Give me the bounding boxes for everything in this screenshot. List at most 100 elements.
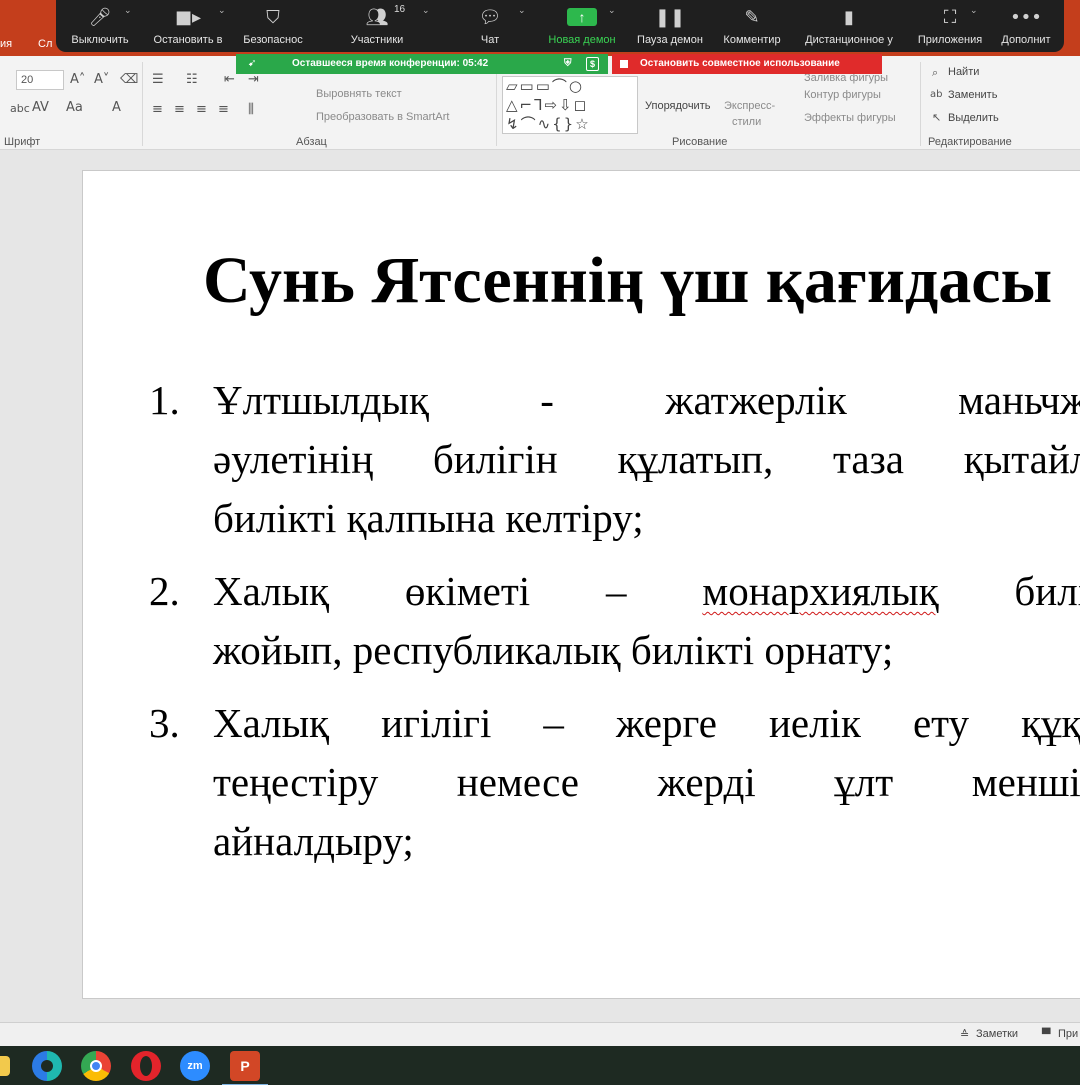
justify-icon[interactable]: ≡ bbox=[218, 102, 229, 117]
word: – bbox=[543, 700, 564, 746]
strikethrough-icon[interactable]: abc bbox=[10, 102, 30, 115]
shapes-row: ↯⌒∿{}☆ bbox=[506, 115, 591, 133]
ribbon-tab-slideshow-partial[interactable]: Сл bbox=[38, 38, 52, 50]
search-icon[interactable]: ⌕ bbox=[932, 66, 938, 80]
word: жатжерлік bbox=[665, 377, 847, 423]
convert-smartart-button[interactable]: Преобразовать в SmartArt bbox=[316, 111, 449, 123]
mute-button[interactable]: 🎤︎ ⌄ Выключить bbox=[64, 0, 136, 52]
word: құқы bbox=[1021, 700, 1080, 746]
bullets-icon[interactable]: ☰ bbox=[152, 72, 164, 87]
word: құлатып, bbox=[617, 436, 774, 482]
change-case-icon[interactable]: Aa bbox=[66, 100, 83, 115]
chrome-icon-center bbox=[90, 1060, 102, 1072]
chevron-down-icon[interactable]: ⌄ bbox=[422, 6, 430, 16]
ribbon-divider bbox=[142, 62, 143, 146]
paragraph-group-label: Абзац bbox=[296, 136, 327, 148]
slide-canvas[interactable]: Сунь Ятсеннің үш қағидасы 1. Ұлтшылдық -… bbox=[82, 170, 1080, 999]
increase-indent-icon[interactable]: ⇥ bbox=[248, 72, 259, 87]
slide-numbered-list[interactable]: 1. Ұлтшылдық - жатжерлік маньчжу әулетін… bbox=[149, 371, 1080, 871]
columns-icon[interactable]: ⫼ bbox=[248, 102, 254, 117]
screen: ия Сл 20 A˄ A˅ ⌫ abc AV Aa A Шрифт ☰ ☷ ⇤… bbox=[0, 0, 1080, 1085]
cursor-arrow-icon[interactable]: ↖ bbox=[932, 111, 941, 124]
slide-thumbnails-panel[interactable] bbox=[0, 151, 80, 1021]
notes-button[interactable]: Заметки bbox=[976, 1028, 1018, 1040]
conference-time-banner: ➹ Оставшееся время конференции: 05:42 ⛨ … bbox=[236, 54, 608, 74]
arrange-button[interactable]: Упорядочить bbox=[645, 100, 710, 112]
list-item: 3. Халық игілігі – жерге иелік ету құқы … bbox=[149, 694, 1080, 871]
word: Ұлтшылдық bbox=[213, 377, 429, 423]
chevron-down-icon[interactable]: ⌄ bbox=[608, 6, 616, 16]
decrease-indent-icon[interactable]: ⇤ bbox=[224, 72, 235, 87]
text-line: айналдыру; bbox=[213, 818, 414, 864]
align-right-icon[interactable]: ≡ bbox=[196, 102, 207, 117]
word: таза bbox=[832, 436, 904, 482]
chat-bubble-icon: 💬︎ bbox=[478, 7, 502, 28]
font-size-field[interactable]: 20 bbox=[16, 70, 64, 90]
select-button[interactable]: Выделить bbox=[948, 112, 999, 124]
quick-styles-button[interactable]: Экспресс- bbox=[724, 100, 775, 112]
word: билігін bbox=[432, 436, 558, 482]
align-text-button[interactable]: Выровнять текст bbox=[316, 88, 402, 100]
chevron-down-icon[interactable]: ⌄ bbox=[518, 6, 526, 16]
participants-count: 16 bbox=[394, 4, 406, 15]
comments-button[interactable]: При bbox=[1058, 1028, 1078, 1040]
list-number: 2. bbox=[149, 568, 180, 614]
ribbon-divider bbox=[496, 62, 497, 146]
replace-icon[interactable]: ab bbox=[930, 89, 942, 100]
word: игілігі bbox=[381, 700, 492, 746]
list-item: 2. Халық өкіметі – монархиялық билік жой… bbox=[149, 562, 1080, 680]
pen-icon: ✎ bbox=[744, 7, 760, 28]
numbering-icon[interactable]: ☷ bbox=[186, 72, 198, 87]
shape-outline-button[interactable]: Контур фигуры bbox=[804, 89, 881, 101]
arrow-icon: ➹ bbox=[248, 58, 257, 69]
chevron-down-icon[interactable]: ⌄ bbox=[218, 6, 226, 16]
shape-effects-button[interactable]: Эффекты фигуры bbox=[804, 112, 896, 124]
pause-share-button[interactable]: ❚❚ Пауза демон bbox=[634, 0, 706, 52]
participants-button[interactable]: 👥︎ 16 ⌄ Участники bbox=[334, 0, 430, 52]
clear-formatting-icon[interactable]: ⌫ bbox=[120, 72, 138, 87]
text-line: Халық өкіметі – монархиялық билік bbox=[213, 562, 1080, 621]
word: өкіметі bbox=[404, 568, 531, 614]
taskbar: zm P bbox=[0, 1046, 1080, 1085]
quick-styles-button-line2[interactable]: стили bbox=[732, 116, 761, 128]
increase-font-icon[interactable]: A˄ bbox=[70, 72, 85, 87]
font-color-icon[interactable]: A bbox=[112, 100, 121, 115]
chevron-down-icon[interactable]: ⌄ bbox=[124, 6, 132, 16]
new-share-button[interactable]: ↑ ⌄ Новая демон bbox=[540, 0, 624, 52]
word: немесе bbox=[456, 759, 579, 805]
stop-sharing-button[interactable]: Остановить совместное использование bbox=[612, 54, 882, 74]
remote-control-button[interactable]: ▮ Дистанционное у bbox=[800, 0, 898, 52]
notes-icon[interactable]: ≙ bbox=[960, 1028, 969, 1041]
security-button[interactable]: ⛉ Безопаснос bbox=[238, 0, 308, 52]
decrease-font-icon[interactable]: A˅ bbox=[94, 72, 109, 87]
chat-button[interactable]: 💬︎ ⌄ Чат bbox=[460, 0, 526, 52]
find-button[interactable]: Найти bbox=[948, 66, 979, 78]
file-explorer-icon[interactable] bbox=[0, 1056, 10, 1076]
more-button[interactable]: ••• Дополнит bbox=[994, 0, 1058, 52]
text-line: Ұлтшылдық - жатжерлік маньчжу bbox=[213, 371, 1080, 430]
word: ұлт bbox=[834, 759, 894, 805]
chrome-icon[interactable] bbox=[81, 1051, 111, 1081]
align-left-icon[interactable]: ≡ bbox=[152, 102, 163, 117]
character-spacing-icon[interactable]: AV bbox=[32, 100, 49, 115]
powerpoint-icon[interactable]: P bbox=[222, 1051, 268, 1085]
replace-button[interactable]: Заменить bbox=[948, 89, 997, 101]
word: жерді bbox=[657, 759, 756, 805]
chevron-down-icon[interactable]: ⌄ bbox=[970, 6, 978, 16]
list-number: 1. bbox=[149, 377, 180, 423]
zoom-icon[interactable]: zm bbox=[180, 1051, 210, 1081]
stop-video-button[interactable]: ■▸ ⌄ Остановить в bbox=[148, 0, 228, 52]
align-center-icon[interactable]: ≡ bbox=[174, 102, 185, 117]
slide-title[interactable]: Сунь Ятсеннің үш қағидасы bbox=[203, 243, 1052, 319]
opera-icon[interactable] bbox=[131, 1051, 161, 1081]
comments-icon[interactable]: ▀ bbox=[1042, 1028, 1050, 1041]
dollar-icon: $ bbox=[586, 57, 599, 71]
ribbon-tab-partial[interactable]: ия bbox=[0, 38, 12, 50]
list-item: 1. Ұлтшылдық - жатжерлік маньчжу әулетін… bbox=[149, 371, 1080, 548]
edge-icon[interactable] bbox=[32, 1051, 62, 1081]
word: қытайль bbox=[963, 436, 1080, 482]
word: Халық bbox=[213, 700, 330, 746]
apps-button[interactable]: ⛶ ⌄ Приложения bbox=[912, 0, 988, 52]
shapes-gallery[interactable]: ▱▭▭⌒○ △⌐⅂⇨⇩◻ ↯⌒∿{}☆ bbox=[502, 76, 638, 134]
annotate-button[interactable]: ✎ Комментир bbox=[716, 0, 788, 52]
